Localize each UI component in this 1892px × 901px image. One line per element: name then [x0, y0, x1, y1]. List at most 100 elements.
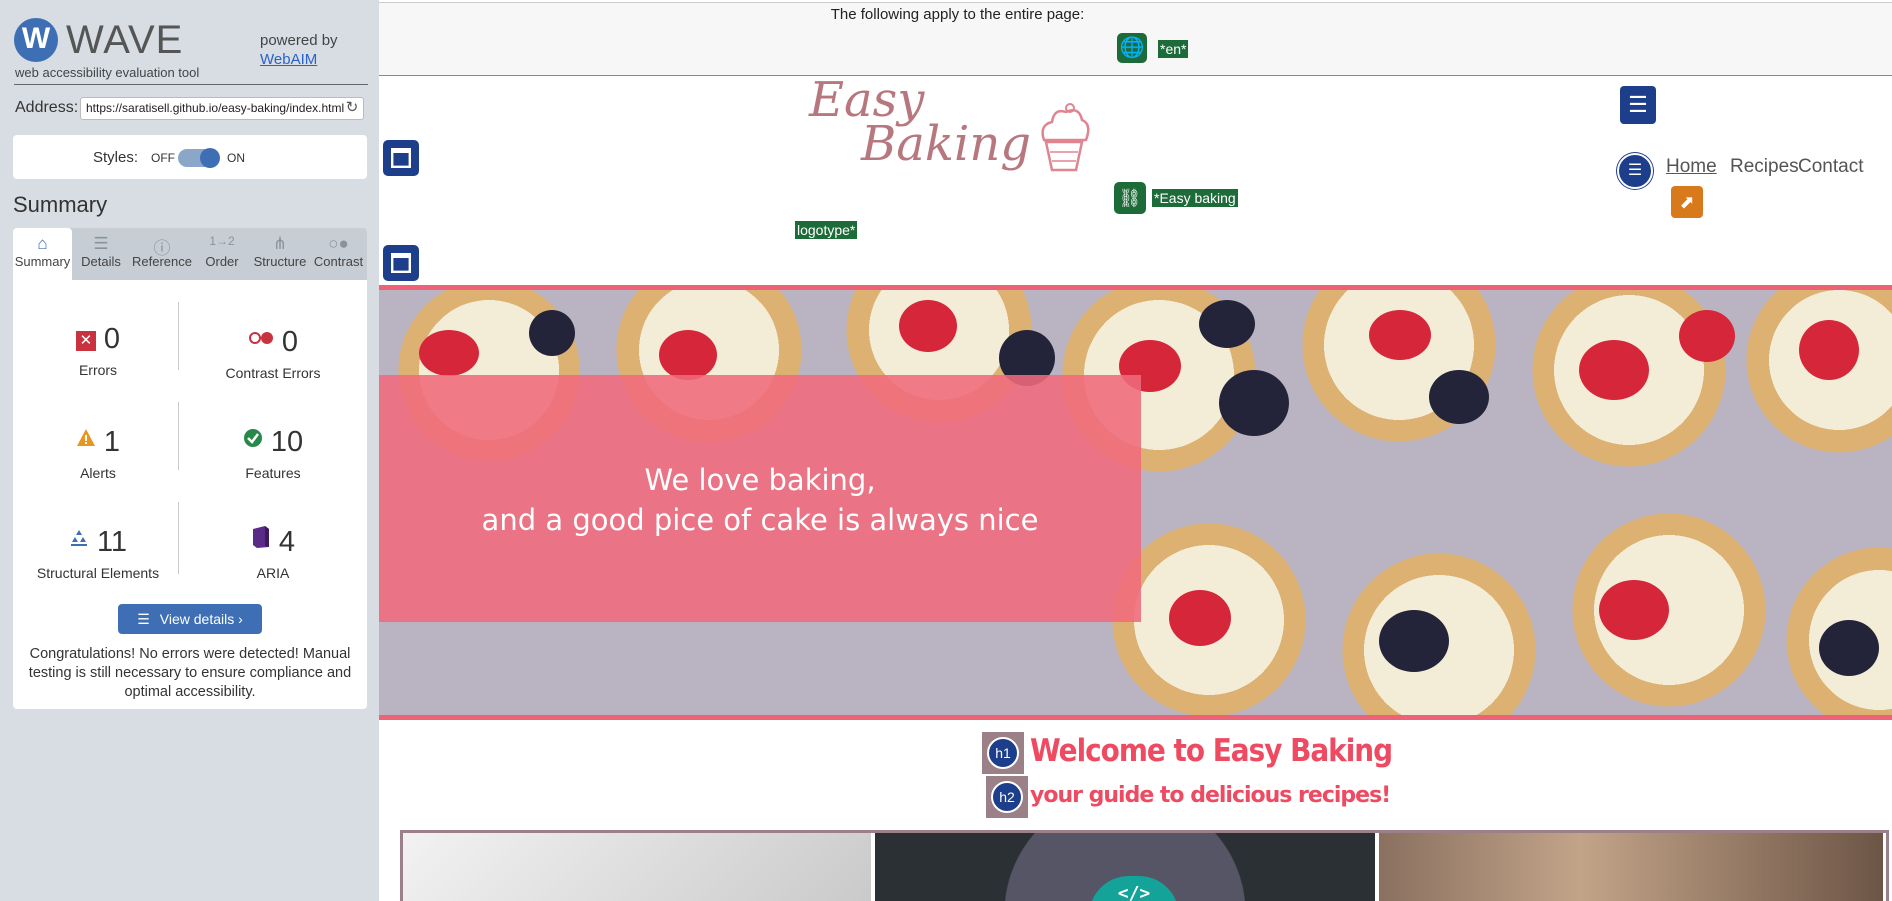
hero-banner: We love baking, and a good pice of cake …	[379, 285, 1892, 720]
language-icon[interactable]: 🌐	[1117, 33, 1147, 63]
order-icon: 1→2	[209, 234, 235, 248]
h2-badge-label: h2	[991, 781, 1023, 813]
tab-label: Order	[205, 254, 239, 269]
blackberry	[529, 310, 575, 356]
webaim-link[interactable]: WebAIM	[260, 51, 317, 68]
recipe-card[interactable]	[403, 833, 871, 901]
page-heading-h1: Welcome to Easy Baking	[1030, 733, 1393, 769]
reload-icon[interactable]: ↻	[343, 99, 361, 117]
tab-summary[interactable]: ⌂ Summary	[13, 228, 72, 280]
info-icon: ⓘ	[153, 239, 171, 258]
feature-icon	[243, 422, 263, 447]
tab-contrast[interactable]: ○● Contrast	[310, 228, 367, 280]
wave-sidebar: W WAVE web accessibility evaluation tool…	[0, 0, 379, 901]
nav-contact[interactable]: Contact	[1798, 156, 1863, 178]
h2-structure-icon[interactable]: h2	[986, 776, 1028, 818]
nav-recipes[interactable]: Recipes	[1730, 156, 1799, 178]
contrast-errors-count: 0	[281, 326, 299, 358]
tab-label: Details	[81, 254, 121, 269]
aria-count: 4	[278, 526, 296, 558]
contrast-error-icon	[248, 322, 274, 344]
aria-icon	[251, 522, 271, 548]
structure-icon: ⋔	[272, 234, 288, 253]
stats-divider	[178, 302, 179, 370]
alert-icon	[76, 422, 96, 446]
tab-order[interactable]: 1→2 Order	[194, 228, 250, 280]
summary-panel: ✕ 0 Errors 0 Contrast Errors 1 Alerts 10 …	[13, 280, 367, 709]
stats-divider	[178, 402, 179, 470]
tab-label: Contrast	[313, 254, 364, 269]
congrats-message: Congratulations! No errors were detected…	[28, 646, 352, 700]
tab-structure[interactable]: ⋔ Structure	[250, 228, 310, 280]
wave-logo-icon: W	[14, 18, 58, 62]
hero-text: We love baking, and a good pice of cake …	[379, 460, 1141, 540]
view-details-button[interactable]: ☰ View details ›	[118, 604, 262, 634]
stat-contrast-errors[interactable]: 0 Contrast Errors	[188, 322, 358, 381]
toggle-knob	[200, 148, 220, 168]
styles-toggle[interactable]	[178, 148, 220, 168]
stat-aria[interactable]: 4 ARIA	[188, 522, 358, 581]
stats-divider	[178, 502, 179, 574]
stat-structural[interactable]: 11 Structural Elements	[13, 522, 183, 581]
language-tag: *en*	[1158, 40, 1189, 58]
alerts-label: Alerts	[80, 465, 116, 481]
home-icon: ⌂	[37, 234, 48, 253]
nav-landmark-icon[interactable]	[383, 245, 419, 281]
h1-structure-icon[interactable]: h1	[982, 732, 1024, 774]
evaluated-page: The following apply to the entire page: …	[379, 0, 1892, 901]
section-title: Summary	[13, 192, 108, 217]
nav-home[interactable]: Home	[1666, 156, 1717, 178]
blackberry	[1219, 370, 1289, 436]
tab-label: Reference	[132, 254, 192, 269]
page-heading-h2: your guide to delicious recipes!	[1030, 783, 1391, 808]
alt-text-tag-cont: logotype*	[795, 221, 858, 239]
strawberry	[1679, 310, 1735, 362]
strawberry	[1799, 320, 1859, 380]
linked-image-icon[interactable]: ⛓	[1114, 182, 1146, 214]
strawberry	[899, 300, 957, 352]
tab-details[interactable]: ☰ Details	[72, 228, 130, 280]
styles-on-label: ON	[227, 151, 245, 165]
header-landmark-icon[interactable]	[383, 140, 419, 176]
contrast-icon: ○●	[328, 234, 349, 253]
strawberry	[1169, 590, 1231, 646]
styles-off-label: OFF	[151, 151, 175, 165]
alt-text-tag: *Easy baking	[1152, 189, 1238, 207]
address-label: Address:	[15, 99, 79, 116]
powered-by-label: powered by	[260, 32, 338, 49]
wave-subtitle: web accessibility evaluation tool	[15, 65, 200, 80]
strawberry	[1579, 340, 1649, 400]
stat-errors[interactable]: ✕ 0 Errors	[13, 322, 183, 378]
styles-label: Styles:	[93, 149, 139, 166]
tab-label: Summary	[14, 254, 71, 269]
strawberry	[419, 330, 479, 376]
strawberry	[659, 330, 717, 380]
main-landmark-icon[interactable]: ☰	[1620, 86, 1656, 124]
contrast-errors-label: Contrast Errors	[225, 365, 321, 381]
header-divider	[14, 84, 368, 85]
hero-line-2: and a good pice of cake is always nice	[481, 503, 1039, 537]
blackberry	[1199, 300, 1255, 348]
strawberry	[1599, 580, 1669, 640]
list-structure-icon[interactable]: ☰	[1617, 153, 1653, 189]
stat-alerts[interactable]: 1 Alerts	[13, 422, 183, 481]
hero-line-1: We love baking,	[644, 463, 876, 497]
tab-label: Structure	[253, 254, 307, 269]
cupcake-icon	[1041, 103, 1090, 172]
tab-reference[interactable]: ⓘ Reference	[130, 228, 194, 280]
features-label: Features	[245, 465, 301, 481]
address-input[interactable]: https://saratisell.github.io/easy-baking…	[80, 97, 364, 120]
site-logo[interactable]: Easy Baking	[809, 76, 1044, 191]
redundant-link-alert-icon[interactable]: ⬈	[1671, 186, 1703, 218]
strawberry	[1369, 310, 1431, 360]
structure-icon	[69, 522, 89, 546]
alerts-count: 1	[103, 426, 121, 458]
stat-features[interactable]: 10 Features	[188, 422, 358, 481]
wave-tabs: ⌂ Summary ☰ Details ⓘ Reference 1→2 Orde…	[13, 228, 367, 280]
aria-label: ARIA	[256, 565, 290, 581]
recipe-card[interactable]	[1379, 833, 1883, 901]
blackberry	[1429, 370, 1489, 424]
structural-label: Structural Elements	[36, 565, 160, 581]
styles-toggle-panel: Styles: OFF ON	[13, 135, 367, 179]
features-count: 10	[270, 426, 304, 458]
